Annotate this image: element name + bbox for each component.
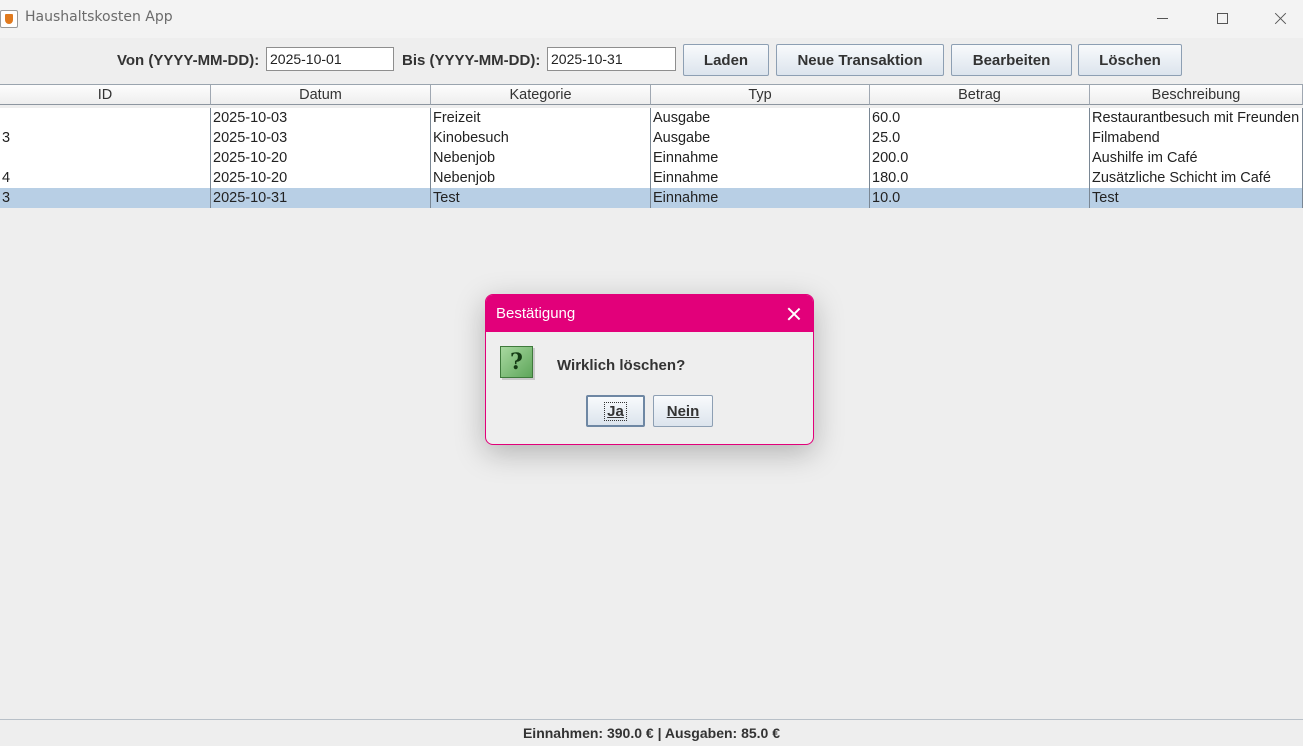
question-icon: ? bbox=[500, 346, 533, 378]
cell-typ: Ausgabe bbox=[651, 108, 870, 128]
cell-id bbox=[0, 108, 211, 128]
ja-button-label: Ja bbox=[604, 401, 627, 421]
cell-datum: 2025-10-20 bbox=[211, 148, 431, 168]
confirm-dialog: Bestätigung ? Wirklich löschen? Ja Nein bbox=[485, 294, 814, 445]
cell-id: 4 bbox=[0, 168, 211, 188]
cell-kategorie: Nebenjob bbox=[431, 168, 651, 188]
cell-typ: Einnahme bbox=[651, 188, 870, 208]
cell-betrag: 25.0 bbox=[870, 128, 1090, 148]
nein-button[interactable]: Nein bbox=[653, 395, 713, 427]
java-cup-icon bbox=[0, 10, 18, 28]
minimize-icon[interactable] bbox=[1140, 4, 1186, 34]
cell-beschreibung: Filmabend bbox=[1090, 128, 1303, 148]
cell-datum: 2025-10-31 bbox=[211, 188, 431, 208]
column-header-id[interactable]: ID bbox=[0, 85, 211, 105]
cell-datum: 2025-10-03 bbox=[211, 128, 431, 148]
cell-kategorie: Nebenjob bbox=[431, 148, 651, 168]
von-label: Von (YYYY-MM-DD): bbox=[117, 52, 260, 69]
bis-date-input[interactable] bbox=[547, 47, 676, 71]
column-header-typ[interactable]: Typ bbox=[651, 85, 870, 105]
title-bar: Haushaltskosten App bbox=[0, 0, 1303, 38]
ja-button[interactable]: Ja bbox=[586, 395, 645, 427]
cell-typ: Einnahme bbox=[651, 168, 870, 188]
maximize-icon[interactable] bbox=[1199, 4, 1245, 34]
dialog-title-bar[interactable]: Bestätigung bbox=[486, 295, 813, 332]
bearbeiten-button[interactable]: Bearbeiten bbox=[951, 44, 1072, 76]
column-header-datum[interactable]: Datum bbox=[211, 85, 431, 105]
close-icon[interactable] bbox=[783, 303, 805, 325]
cell-typ: Ausgabe bbox=[651, 128, 870, 148]
column-header-beschreibung[interactable]: Beschreibung bbox=[1090, 85, 1303, 105]
cell-beschreibung: Aushilfe im Café bbox=[1090, 148, 1303, 168]
cell-id: 3 bbox=[0, 128, 211, 148]
cell-beschreibung: Test bbox=[1090, 188, 1303, 208]
table-row-selected[interactable]: 3 2025-10-31 Test Einnahme 10.0 Test bbox=[0, 188, 1303, 208]
cell-id: 3 bbox=[0, 188, 211, 208]
bis-label: Bis (YYYY-MM-DD): bbox=[402, 52, 541, 69]
neue-transaktion-button[interactable]: Neue Transaktion bbox=[776, 44, 944, 76]
dialog-title: Bestätigung bbox=[496, 305, 576, 322]
cell-id bbox=[0, 148, 211, 168]
cell-betrag: 60.0 bbox=[870, 108, 1090, 128]
cell-betrag: 200.0 bbox=[870, 148, 1090, 168]
column-header-kategorie[interactable]: Kategorie bbox=[431, 85, 651, 105]
table-row[interactable]: 3 2025-10-03 Kinobesuch Ausgabe 25.0 Fil… bbox=[0, 128, 1303, 148]
cell-datum: 2025-10-20 bbox=[211, 168, 431, 188]
table-row[interactable]: 4 2025-10-20 Nebenjob Einnahme 180.0 Zus… bbox=[0, 168, 1303, 188]
filter-toolbar: Von (YYYY-MM-DD): Bis (YYYY-MM-DD): Lade… bbox=[0, 38, 1303, 82]
cell-betrag: 10.0 bbox=[870, 188, 1090, 208]
table-row[interactable]: 2025-10-20 Nebenjob Einnahme 200.0 Aushi… bbox=[0, 148, 1303, 168]
table-row[interactable]: 2025-10-03 Freizeit Ausgabe 60.0 Restaur… bbox=[0, 108, 1303, 128]
cell-kategorie: Test bbox=[431, 188, 651, 208]
cell-betrag: 180.0 bbox=[870, 168, 1090, 188]
laden-button[interactable]: Laden bbox=[683, 44, 769, 76]
loeschen-button[interactable]: Löschen bbox=[1078, 44, 1182, 76]
dialog-message: Wirklich löschen? bbox=[557, 357, 686, 374]
cell-beschreibung: Zusätzliche Schicht im Café bbox=[1090, 168, 1303, 188]
window-title: Haushaltskosten App bbox=[25, 9, 173, 25]
cell-kategorie: Kinobesuch bbox=[431, 128, 651, 148]
cell-typ: Einnahme bbox=[651, 148, 870, 168]
summary-status: Einnahmen: 390.0 € | Ausgaben: 85.0 € bbox=[0, 719, 1303, 741]
von-date-input[interactable] bbox=[266, 47, 394, 71]
column-header-betrag[interactable]: Betrag bbox=[870, 85, 1090, 105]
table-header: ID Datum Kategorie Typ Betrag Beschreibu… bbox=[0, 84, 1303, 105]
close-icon[interactable] bbox=[1258, 4, 1303, 34]
cell-kategorie: Freizeit bbox=[431, 108, 651, 128]
cell-beschreibung: Restaurantbesuch mit Freunden bbox=[1090, 108, 1303, 128]
cell-datum: 2025-10-03 bbox=[211, 108, 431, 128]
